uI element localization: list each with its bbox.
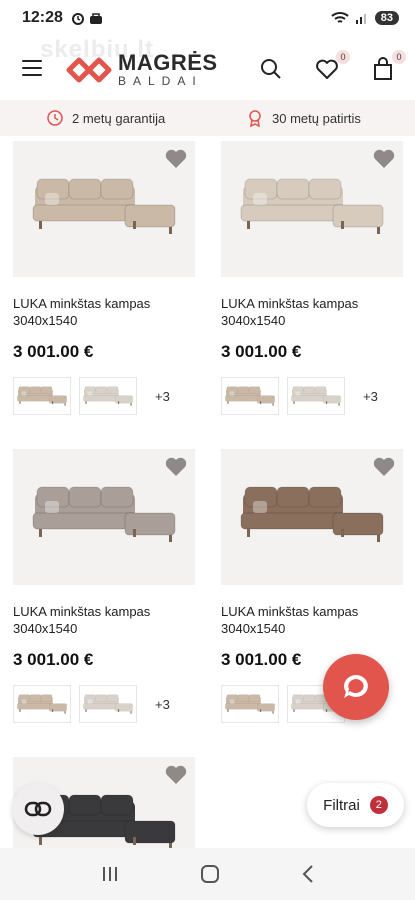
- back-icon[interactable]: [301, 864, 315, 884]
- product-title[interactable]: LUKA minkštas kampas 3040x1540: [13, 295, 195, 329]
- wifi-icon: [331, 12, 349, 23]
- filter-button[interactable]: Filtrai 2: [307, 783, 404, 827]
- product-image[interactable]: [221, 449, 403, 585]
- recent-apps-icon[interactable]: [100, 865, 120, 883]
- product-price: 3 001.00 €: [13, 342, 94, 361]
- logo-main-text: MAGRĖS: [118, 50, 218, 75]
- menu-icon[interactable]: [22, 60, 42, 76]
- cart-button[interactable]: 0: [370, 50, 406, 82]
- variant-thumbnails: +3: [13, 685, 195, 723]
- status-right: 83: [331, 11, 399, 25]
- signal-icon: [355, 14, 366, 24]
- variant-thumbnails: +3: [221, 377, 403, 415]
- variant-thumb[interactable]: [79, 685, 137, 723]
- alarm-icon: [71, 13, 84, 25]
- chat-button[interactable]: [323, 654, 389, 720]
- warranty-text: 2 metų garantija: [72, 110, 166, 126]
- variant-thumb[interactable]: [221, 377, 279, 415]
- favorite-heart-icon[interactable]: [165, 149, 187, 169]
- filter-label: Filtrai: [323, 796, 360, 814]
- variant-thumb[interactable]: [79, 377, 137, 415]
- variant-thumb[interactable]: [13, 685, 71, 723]
- compare-icon: [24, 801, 52, 817]
- favorite-heart-icon[interactable]: [373, 457, 395, 477]
- product-card[interactable]: LUKA minkštas kampas 3040x1540 3 001.00 …: [221, 141, 403, 415]
- favorite-heart-icon[interactable]: [165, 457, 187, 477]
- variant-thumb[interactable]: [13, 377, 71, 415]
- bag-icon: [89, 13, 102, 24]
- logo[interactable]: MAGRĖS BALDAI: [66, 52, 218, 87]
- variant-thumb[interactable]: [287, 377, 345, 415]
- home-icon[interactable]: [200, 864, 220, 884]
- experience-perk: 30 metų patirtis: [246, 109, 361, 127]
- clock-badge-icon: [47, 110, 63, 126]
- warranty-perk: 2 metų garantija: [46, 109, 165, 127]
- status-notification-icons: [71, 11, 103, 25]
- status-bar: 12:28 83: [0, 0, 415, 36]
- product-title[interactable]: LUKA minkštas kampas 3040x1540: [13, 603, 195, 637]
- search-icon[interactable]: [258, 56, 284, 82]
- more-variants[interactable]: +3: [155, 389, 170, 404]
- more-variants[interactable]: +3: [363, 389, 378, 404]
- site-header: skelbiu.lt MAGRĖS BALDAI 0 0: [0, 36, 415, 100]
- logo-sub-text: BALDAI: [118, 74, 203, 88]
- favorite-heart-icon[interactable]: [373, 149, 395, 169]
- experience-text: 30 metų patirtis: [272, 110, 361, 126]
- medal-icon: [249, 110, 261, 127]
- product-title[interactable]: LUKA minkštas kampas 3040x1540: [221, 603, 403, 637]
- battery-indicator: 83: [374, 11, 399, 25]
- chat-bubble-icon: [344, 675, 368, 698]
- status-time: 12:28: [22, 9, 63, 26]
- perks-bar: 2 metų garantija 30 metų patirtis: [0, 100, 415, 136]
- variant-thumb[interactable]: [221, 685, 279, 723]
- filter-count-badge: 2: [369, 796, 388, 814]
- product-image[interactable]: [221, 141, 403, 277]
- compare-button[interactable]: [12, 783, 64, 835]
- logo-mark-icon: [66, 57, 112, 82]
- product-price: 3 001.00 €: [13, 650, 94, 669]
- system-nav-bar: [0, 848, 415, 900]
- product-title[interactable]: LUKA minkštas kampas 3040x1540: [221, 295, 403, 329]
- more-variants[interactable]: +3: [155, 697, 170, 712]
- product-card[interactable]: LUKA minkštas kampas 3040x1540 3 001.00 …: [13, 141, 195, 415]
- favorites-badge: 0: [336, 50, 350, 64]
- product-image[interactable]: [13, 141, 195, 277]
- variant-thumbnails: +3: [13, 377, 195, 415]
- product-card[interactable]: LUKA minkštas kampas 3040x1540 3 001.00 …: [13, 449, 195, 723]
- favorites-button[interactable]: 0: [314, 50, 350, 82]
- product-image[interactable]: [13, 449, 195, 585]
- product-price: 3 001.00 €: [221, 342, 302, 361]
- cart-badge: 0: [392, 50, 406, 64]
- favorite-heart-icon[interactable]: [165, 765, 187, 785]
